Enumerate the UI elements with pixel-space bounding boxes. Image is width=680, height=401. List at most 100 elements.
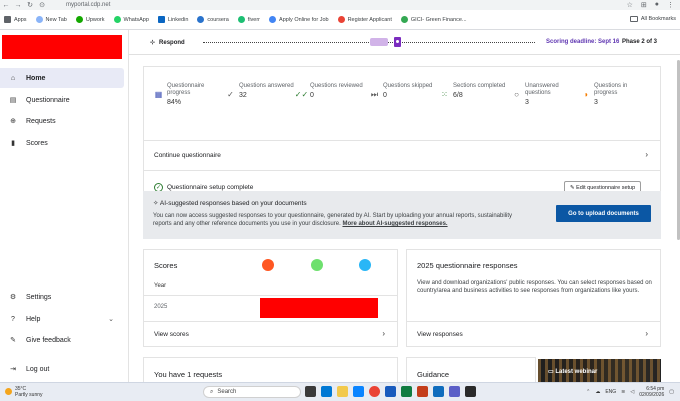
- language-indicator[interactable]: ENG: [605, 389, 616, 395]
- bookmark-apply-online[interactable]: Apply Online for Job: [269, 16, 329, 23]
- climate-score-icon: [262, 259, 274, 271]
- wifi-icon[interactable]: ≋: [621, 389, 625, 395]
- profile-icon[interactable]: ●: [655, 1, 659, 9]
- chevron-right-icon[interactable]: ›: [645, 150, 648, 159]
- home-icon: ⌂: [10, 74, 16, 82]
- powerpoint-icon[interactable]: [417, 386, 428, 397]
- sidebar-item-scores[interactable]: ▮ Scores: [0, 133, 124, 153]
- bookmark-whatsapp[interactable]: WhatsApp: [113, 16, 149, 23]
- stat-in-progress: ◑ Questions in progress 3: [581, 83, 642, 106]
- stat-skipped: ⏭ Questions skipped 0: [370, 83, 433, 99]
- continue-row[interactable]: Continue questionnaire ›: [143, 141, 661, 171]
- chevron-down-icon[interactable]: ⌄: [108, 315, 114, 323]
- webinar-label: ▭ Latest webinar: [548, 369, 598, 375]
- site-info-icon[interactable]: ⊙: [36, 1, 48, 9]
- cloud-icon[interactable]: ☁: [595, 389, 600, 395]
- forests-score-icon: [311, 259, 323, 271]
- clock[interactable]: 6:54 pm 02/09/2026: [639, 386, 664, 398]
- bookmark-linkedin[interactable]: Linkedin: [157, 16, 188, 23]
- view-scores-link[interactable]: View scores: [154, 331, 189, 338]
- bookmark-apps[interactable]: Apps: [4, 16, 27, 23]
- chevron-up-icon[interactable]: ⌃: [586, 389, 590, 395]
- table-icon: ▦: [154, 90, 163, 99]
- respond-step: ⊹ Respond: [150, 39, 185, 47]
- all-bookmarks[interactable]: All Bookmarks: [629, 16, 676, 22]
- url-field[interactable]: myportal.cdp.net: [66, 2, 110, 8]
- responses-title: 2025 questionnaire responses: [417, 261, 518, 270]
- continue-questionnaire-link[interactable]: Continue questionnaire: [154, 152, 221, 159]
- sidebar-item-logout[interactable]: ⇥ Log out: [0, 359, 124, 379]
- person-add-icon: ⊹: [150, 40, 156, 46]
- upload-documents-button[interactable]: Go to upload documents: [556, 205, 651, 222]
- bookmark-upwork[interactable]: Upwork: [75, 16, 105, 23]
- half-circle-icon: ◑: [583, 90, 588, 99]
- webinar-thumbnail[interactable]: ▭ Latest webinar: [538, 359, 661, 382]
- sparkle-icon: ✧: [153, 200, 160, 207]
- globe-icon: [400, 16, 408, 23]
- redacted-scores: [260, 298, 378, 318]
- teams-icon[interactable]: [449, 386, 460, 397]
- bookmark-register[interactable]: Register Applicant: [337, 16, 392, 23]
- sidebar-item-settings[interactable]: ⚙ Settings: [0, 287, 124, 307]
- sidebar-item-feedback[interactable]: ✎ Give feedback: [0, 330, 124, 350]
- sidebar-item-home[interactable]: ⌂ Home: [0, 68, 124, 88]
- bookmark-coursera[interactable]: coursera: [197, 16, 229, 23]
- back-icon[interactable]: ←: [0, 2, 12, 9]
- system-tray: ⌃ ☁ ENG ≋ ◁ 6:54 pm 02/09/2026 ▢: [586, 386, 674, 398]
- scoring-deadline: Scoring deadline: Sept 16: [546, 39, 620, 45]
- taskbar-search[interactable]: ⌕ Search: [203, 386, 301, 398]
- responses-divider: [407, 321, 660, 322]
- reload-icon[interactable]: ↻: [24, 1, 36, 9]
- bookmark-gici[interactable]: GICI- Green Finance...: [400, 16, 467, 23]
- chevron-right-icon[interactable]: ›: [382, 329, 385, 338]
- file-explorer-icon[interactable]: [337, 386, 348, 397]
- grid-dots-icon: ⁙: [441, 90, 448, 99]
- bookmark-new-tab[interactable]: New Tab: [35, 16, 67, 23]
- scores-divider-2: [144, 321, 397, 322]
- skip-icon: ⏭: [370, 89, 379, 99]
- bookmark-fiverr[interactable]: fiverr: [237, 16, 260, 23]
- taskbar-apps: [305, 386, 476, 397]
- ai-banner-title: ✧ AI-suggested responses based on your d…: [153, 200, 307, 207]
- requests-title: You have 1 requests: [154, 370, 223, 379]
- progress-highlight: [370, 38, 388, 46]
- gear-icon: ⚙: [9, 294, 17, 301]
- stats-panel: ▦ Questionnaire progress 84% ✓ Questions …: [143, 66, 661, 141]
- coursera-icon: [197, 16, 205, 23]
- forward-icon[interactable]: →: [12, 2, 24, 9]
- progress-track: [203, 42, 535, 43]
- excel-icon[interactable]: [401, 386, 412, 397]
- notification-icon[interactable]: ▢: [669, 389, 674, 395]
- responses-card: 2025 questionnaire responses View and do…: [406, 249, 661, 347]
- sidebar-item-requests[interactable]: ⊕ Requests: [0, 111, 124, 131]
- stat-sections: ⁙ Sections completed 6/8: [441, 83, 506, 99]
- widgets-icon[interactable]: [305, 386, 316, 397]
- view-responses-link[interactable]: View responses: [417, 331, 463, 338]
- globe-icon: [269, 16, 277, 23]
- chat-plus-icon: ⊕: [10, 118, 16, 125]
- browser-address-bar: ← → ↻ ⊙ myportal.cdp.net ☆ ⊞ ● ⋮: [0, 0, 680, 10]
- ai-more-link[interactable]: More about AI-suggested responses.: [342, 221, 447, 227]
- scores-card: Scores Year 2025 View scores ›: [143, 249, 398, 347]
- edge-icon[interactable]: [353, 386, 364, 397]
- sidebar-item-questionnaire[interactable]: ▤ Questionnaire: [0, 90, 124, 110]
- feedback-icon: ✎: [10, 337, 16, 344]
- store-icon[interactable]: [465, 386, 476, 397]
- stat-progress: ▦ Questionnaire progress 84%: [154, 83, 205, 106]
- star-icon[interactable]: ☆: [627, 1, 633, 9]
- double-check-icon: ✓✓: [294, 90, 309, 99]
- chrome-icon[interactable]: [369, 386, 380, 397]
- sun-icon: [5, 388, 12, 395]
- linkedin-icon: [157, 16, 165, 23]
- chevron-right-icon[interactable]: ›: [645, 329, 648, 338]
- extensions-icon[interactable]: ⊞: [641, 1, 647, 9]
- word-icon[interactable]: [385, 386, 396, 397]
- weather-widget[interactable]: 35°C Partly sunny: [5, 386, 43, 398]
- menu-icon[interactable]: ⋮: [667, 1, 674, 9]
- sidebar-item-help[interactable]: ? Help ⌄: [0, 309, 124, 329]
- task-view-icon[interactable]: [321, 386, 332, 397]
- volume-icon[interactable]: ◁: [630, 389, 634, 395]
- sidebar: ⌂ Home ▤ Questionnaire ⊕ Requests ▮ Scor…: [0, 30, 129, 382]
- outlook-icon[interactable]: [433, 386, 444, 397]
- taskbar: 35°C Partly sunny ⌕ Search ⌃ ☁ ENG ≋ ◁ 6:…: [0, 382, 680, 401]
